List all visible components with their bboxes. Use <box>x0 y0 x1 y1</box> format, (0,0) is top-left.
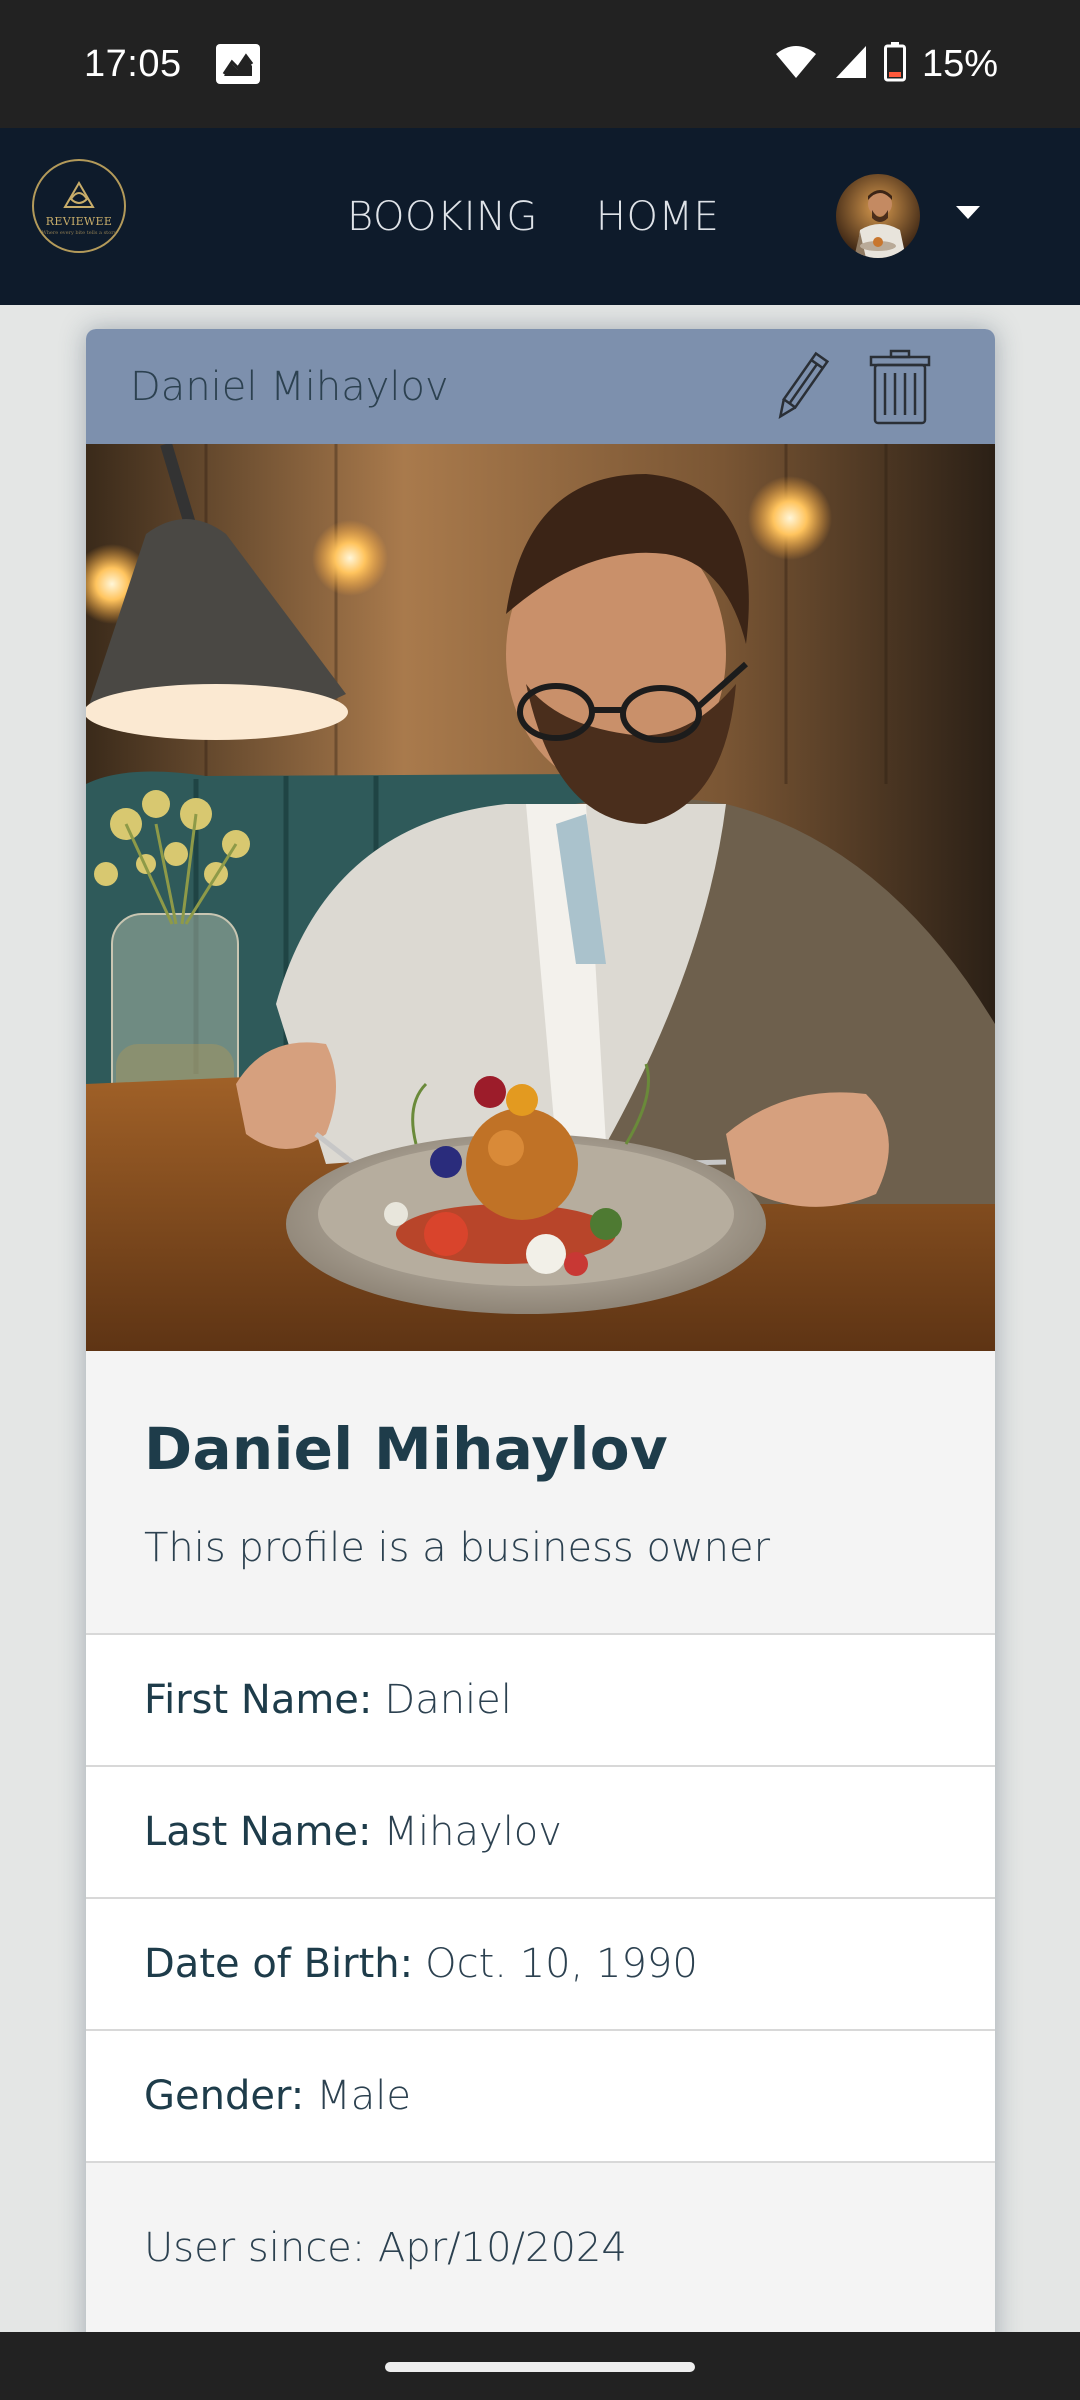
battery-icon <box>883 41 906 87</box>
wifi-icon <box>774 44 818 85</box>
gender-row: Gender: Male <box>86 2031 995 2163</box>
status-right: 15% <box>774 41 998 87</box>
pencil-icon[interactable] <box>769 349 833 425</box>
profile-role: This profile is a business owner <box>144 1525 771 1571</box>
status-bar: 17:05 15% <box>0 0 1080 128</box>
date-of-birth-label: Date of Birth: <box>144 1941 414 1987</box>
card-actions <box>769 349 933 425</box>
profile-card: Daniel Mihaylov Daniel Mihaylov This pro… <box>86 329 995 2369</box>
gender-label: Gender: <box>144 2073 305 2119</box>
home-gesture-pill[interactable] <box>385 2362 695 2372</box>
status-time: 17:05 <box>84 42 182 85</box>
nav-links: BOOKING HOME <box>347 128 719 305</box>
trash-icon[interactable] <box>867 349 933 425</box>
card-header: Daniel Mihaylov <box>86 329 995 444</box>
battery-percent: 15% <box>921 42 998 85</box>
system-nav-bar <box>0 2332 1080 2400</box>
last-name-label: Last Name: <box>144 1809 372 1855</box>
first-name-row: First Name: Daniel <box>86 1635 995 1767</box>
chevron-down-icon[interactable] <box>956 206 980 219</box>
date-of-birth-value: Oct. 10, 1990 <box>425 1941 698 1987</box>
date-of-birth-row: Date of Birth: Oct. 10, 1990 <box>86 1899 995 2031</box>
first-name-value: Daniel <box>384 1677 512 1723</box>
signal-icon <box>834 44 868 85</box>
navbar: REVIEWEE Where every bite tells a story … <box>0 128 1080 305</box>
logo-tagline: Where every bite tells a story <box>41 229 117 236</box>
logo-text: REVIEWEE <box>45 214 113 228</box>
logo-emblem-icon <box>63 180 95 208</box>
avatar[interactable] <box>836 174 920 258</box>
card-body: Daniel Mihaylov This profile is a busine… <box>86 1351 995 1635</box>
status-left: 17:05 <box>84 43 260 86</box>
card-header-name: Daniel Mihaylov <box>130 363 449 410</box>
last-name-row: Last Name: Mihaylov <box>86 1767 995 1899</box>
gallery-icon <box>215 44 260 84</box>
gender-value: Male <box>316 2073 411 2119</box>
user-since: User since: Apr/10/2024 <box>86 2163 995 2333</box>
last-name-value: Mihaylov <box>383 1809 562 1855</box>
profile-name: Daniel Mihaylov <box>144 1415 668 1483</box>
first-name-label: First Name: <box>144 1677 373 1723</box>
profile-photo <box>86 444 995 1351</box>
nav-link-booking[interactable]: BOOKING <box>347 194 538 240</box>
logo[interactable]: REVIEWEE Where every bite tells a story <box>32 159 126 253</box>
nav-link-home[interactable]: HOME <box>596 194 719 240</box>
